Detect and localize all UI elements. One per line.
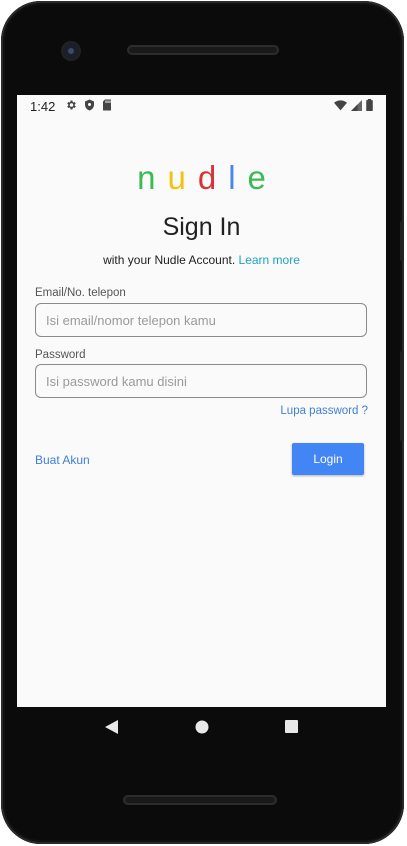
- status-bar-left: 1:42: [17, 99, 112, 114]
- power-button: [400, 351, 404, 441]
- logo-letter: u: [167, 159, 198, 196]
- status-time: 1:42: [30, 98, 56, 114]
- bottom-speaker: [123, 795, 277, 805]
- top-speaker: [127, 45, 279, 55]
- nudle-logo: nudle: [17, 159, 386, 197]
- back-icon[interactable]: [105, 719, 119, 739]
- page-title: Sign In: [162, 213, 241, 241]
- recents-icon[interactable]: [285, 720, 298, 738]
- wifi-icon: [334, 99, 347, 114]
- logo-letter: n: [137, 159, 168, 196]
- logo-letter: e: [247, 159, 278, 196]
- email-label: Email/No. telepon: [35, 287, 126, 299]
- forgot-password-link[interactable]: Lupa password ?: [280, 405, 368, 417]
- logo-letter: l: [228, 159, 248, 196]
- login-button[interactable]: Login: [292, 443, 364, 475]
- learn-more-link[interactable]: Learn more: [239, 253, 300, 267]
- subtitle: with your Nudle Account. Learn more: [17, 253, 386, 267]
- front-camera: [63, 43, 79, 59]
- home-icon[interactable]: [195, 720, 209, 739]
- sd-card-icon: [102, 99, 112, 114]
- app-screen: 1:42 nudle Sign In with your Nudle Accou…: [17, 95, 386, 707]
- navigation-bar: [17, 707, 386, 751]
- gear-icon: [65, 99, 77, 114]
- signal-icon: [351, 99, 362, 114]
- status-bar: 1:42: [17, 95, 386, 117]
- password-field[interactable]: [35, 364, 367, 398]
- volume-button: [400, 221, 404, 261]
- email-field[interactable]: [35, 303, 367, 337]
- create-account-link[interactable]: Buat Akun: [35, 453, 90, 467]
- subtitle-text: with your Nudle Account.: [103, 253, 236, 267]
- password-label: Password: [35, 349, 86, 361]
- battery-icon: [366, 98, 373, 114]
- status-bar-right: [334, 98, 386, 114]
- logo-letter: d: [197, 159, 229, 196]
- shield-icon: [84, 99, 95, 114]
